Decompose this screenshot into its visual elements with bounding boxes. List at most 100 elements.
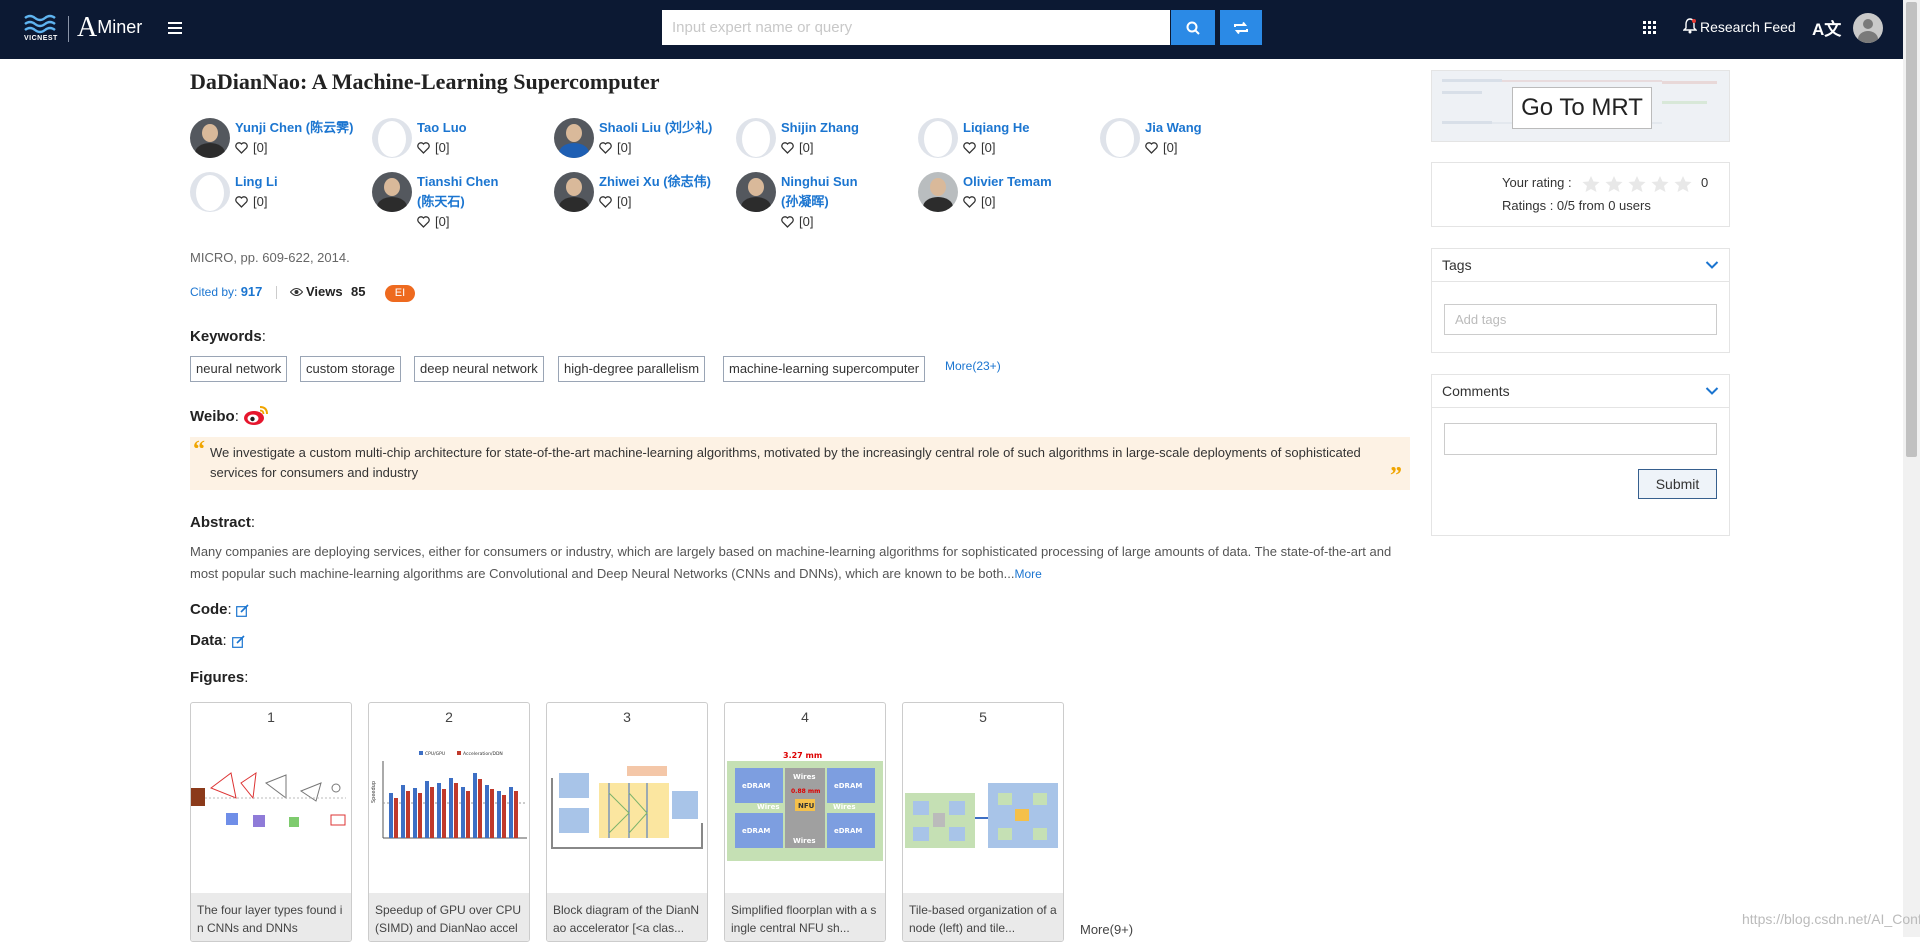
tags-panel: Tags — [1431, 248, 1730, 353]
author-like-button[interactable]: [0] — [235, 192, 267, 212]
code-heading: Code: — [190, 601, 232, 618]
rating-label: Your rating : — [1502, 175, 1572, 190]
author-avatar[interactable] — [554, 118, 594, 158]
comment-input[interactable] — [1444, 423, 1717, 455]
author-like-button[interactable]: [0] — [417, 138, 449, 158]
cited-by-link[interactable]: Cited by: 917 — [190, 284, 262, 299]
star-icon[interactable] — [1627, 175, 1647, 193]
author-name-link[interactable]: Yunji Chen (陈云霁) — [235, 118, 365, 138]
add-tags-input[interactable] — [1444, 304, 1717, 335]
star-rating[interactable] — [1581, 175, 1696, 198]
author-like-count: [0] — [799, 140, 814, 155]
bell-icon[interactable] — [1683, 18, 1697, 34]
author-name-link[interactable]: Tianshi Chen (陈天石) — [417, 172, 507, 212]
author-like-button[interactable]: [0] — [963, 138, 995, 158]
weibo-quote-text: We investigate a custom multi-chip archi… — [210, 445, 1361, 480]
apps-grid-icon[interactable] — [1643, 21, 1657, 35]
research-feed-link[interactable]: Research Feed — [1700, 19, 1796, 35]
author-like-button[interactable]: [0] — [417, 212, 449, 232]
keyword-tag[interactable]: machine-learning supercomputer — [723, 356, 926, 382]
author-name-link[interactable]: Liqiang He — [963, 118, 1093, 138]
figure-card[interactable]: 1 The four layer types found in CNNs and… — [190, 702, 352, 942]
author-avatar[interactable] — [918, 172, 958, 212]
author-name-link[interactable]: Shijin Zhang — [781, 118, 911, 138]
author-name-link[interactable]: Ninghui Sun (孙凝晖) — [781, 172, 871, 212]
star-icon[interactable] — [1581, 175, 1601, 193]
rating-value: 0 — [1701, 175, 1709, 190]
author-avatar[interactable] — [1100, 118, 1140, 158]
mrt-panel: Go To MRT — [1431, 70, 1730, 142]
star-icon[interactable] — [1673, 175, 1693, 193]
vicnest-logo[interactable]: VICNEST — [22, 14, 60, 42]
author-name-link[interactable]: Shaoli Liu (刘少礼) — [599, 118, 729, 138]
figure-card[interactable]: 3 Block diagram of the DianNao accelerat… — [546, 702, 708, 942]
fig4-top-dimension: 3.27 mm — [783, 751, 822, 760]
author-avatar[interactable] — [190, 118, 230, 158]
star-icon[interactable] — [1604, 175, 1624, 193]
author-name-link[interactable]: Zhiwei Xu (徐志伟) — [599, 172, 729, 192]
author-name-link[interactable]: Tao Luo — [417, 118, 547, 138]
author-like-button[interactable]: [0] — [1145, 138, 1177, 158]
chevron-down-icon[interactable] — [1705, 386, 1719, 396]
search-button[interactable] — [1171, 10, 1215, 45]
weibo-icon[interactable] — [243, 405, 269, 426]
swap-icon — [1234, 21, 1248, 35]
figure-caption: The four layer types found in CNNs and D… — [191, 893, 351, 941]
fig4-mid-dimension: 0.88 mm — [791, 788, 820, 795]
translate-icon[interactable]: A文 — [1812, 15, 1841, 40]
author-like-button[interactable]: [0] — [963, 192, 995, 212]
author-like-button[interactable]: [0] — [781, 138, 813, 158]
hamburger-menu-icon[interactable] — [168, 22, 182, 34]
top-navbar: VICNEST AMiner Research Feed A文 — [0, 0, 1903, 59]
author-like-count: [0] — [617, 140, 632, 155]
go-to-mrt-button[interactable]: Go To MRT — [1512, 87, 1652, 129]
submit-comment-button[interactable]: Submit — [1638, 469, 1717, 499]
fig4-edram-label: eDRAM — [834, 827, 862, 835]
edit-data-icon[interactable] — [232, 635, 245, 648]
search-input[interactable] — [662, 10, 1170, 45]
author-like-button[interactable]: [0] — [599, 138, 631, 158]
star-icon[interactable] — [1650, 175, 1670, 193]
author-avatar[interactable] — [918, 118, 958, 158]
abstract-more-link[interactable]: More — [1014, 567, 1041, 581]
figures-heading: Figures: — [190, 669, 249, 686]
abstract-label: Abstract — [190, 514, 251, 531]
author-avatar[interactable] — [372, 172, 412, 212]
panel-divider — [1432, 281, 1729, 282]
figure-thumbnail: 3.27 mm 0.88 mm eDRAM eDRAM eDRAM eDRAM … — [727, 751, 883, 861]
author-like-count: [0] — [435, 140, 450, 155]
comments-panel: Comments Submit — [1431, 374, 1730, 536]
author-name-link[interactable]: Olivier Temam — [963, 172, 1093, 192]
author-like-button[interactable]: [0] — [235, 138, 267, 158]
user-avatar[interactable] — [1853, 13, 1883, 43]
figure-card[interactable]: 5 Tile-based organization of a node (lef… — [902, 702, 1064, 942]
keyword-tag[interactable]: custom storage — [300, 356, 401, 382]
chevron-down-icon[interactable] — [1705, 260, 1719, 270]
author-name-link[interactable]: Jia Wang — [1145, 118, 1275, 138]
author-avatar[interactable] — [554, 172, 594, 212]
keyword-tag[interactable]: neural network — [190, 356, 288, 382]
keywords-more-link[interactable]: More(23+) — [945, 359, 1001, 373]
author-card: Liqiang He [0] — [918, 118, 1098, 168]
heart-icon — [599, 196, 612, 208]
aminer-logo[interactable]: AMiner — [77, 12, 142, 44]
figure-card[interactable]: 4 3.27 mm 0.88 mm eDRAM eDRAM eDRAM eDRA… — [724, 702, 886, 942]
switch-search-button[interactable] — [1220, 10, 1262, 45]
figure-number: 5 — [979, 709, 987, 725]
author-like-button[interactable]: [0] — [599, 192, 631, 212]
author-like-button[interactable]: [0] — [781, 212, 813, 232]
heart-icon — [417, 216, 430, 228]
figure-card[interactable]: 2 CPU/GPU Acceleration/DDN Speedup Speed… — [368, 702, 530, 942]
author-name-link[interactable]: Ling Li — [235, 172, 365, 192]
author-avatar[interactable] — [372, 118, 412, 158]
close-quote-icon: ” — [1390, 463, 1402, 489]
keyword-tag[interactable]: high-degree parallelism — [558, 356, 706, 382]
author-avatar[interactable] — [190, 172, 230, 212]
figure-thumbnail — [551, 766, 703, 849]
author-avatar[interactable] — [736, 118, 776, 158]
page-scrollbar-thumb[interactable] — [1906, 2, 1917, 457]
figures-more-link[interactable]: More(9+) — [1080, 922, 1133, 937]
keyword-tag[interactable]: deep neural network — [414, 356, 544, 382]
author-avatar[interactable] — [736, 172, 776, 212]
edit-code-icon[interactable] — [236, 604, 249, 617]
